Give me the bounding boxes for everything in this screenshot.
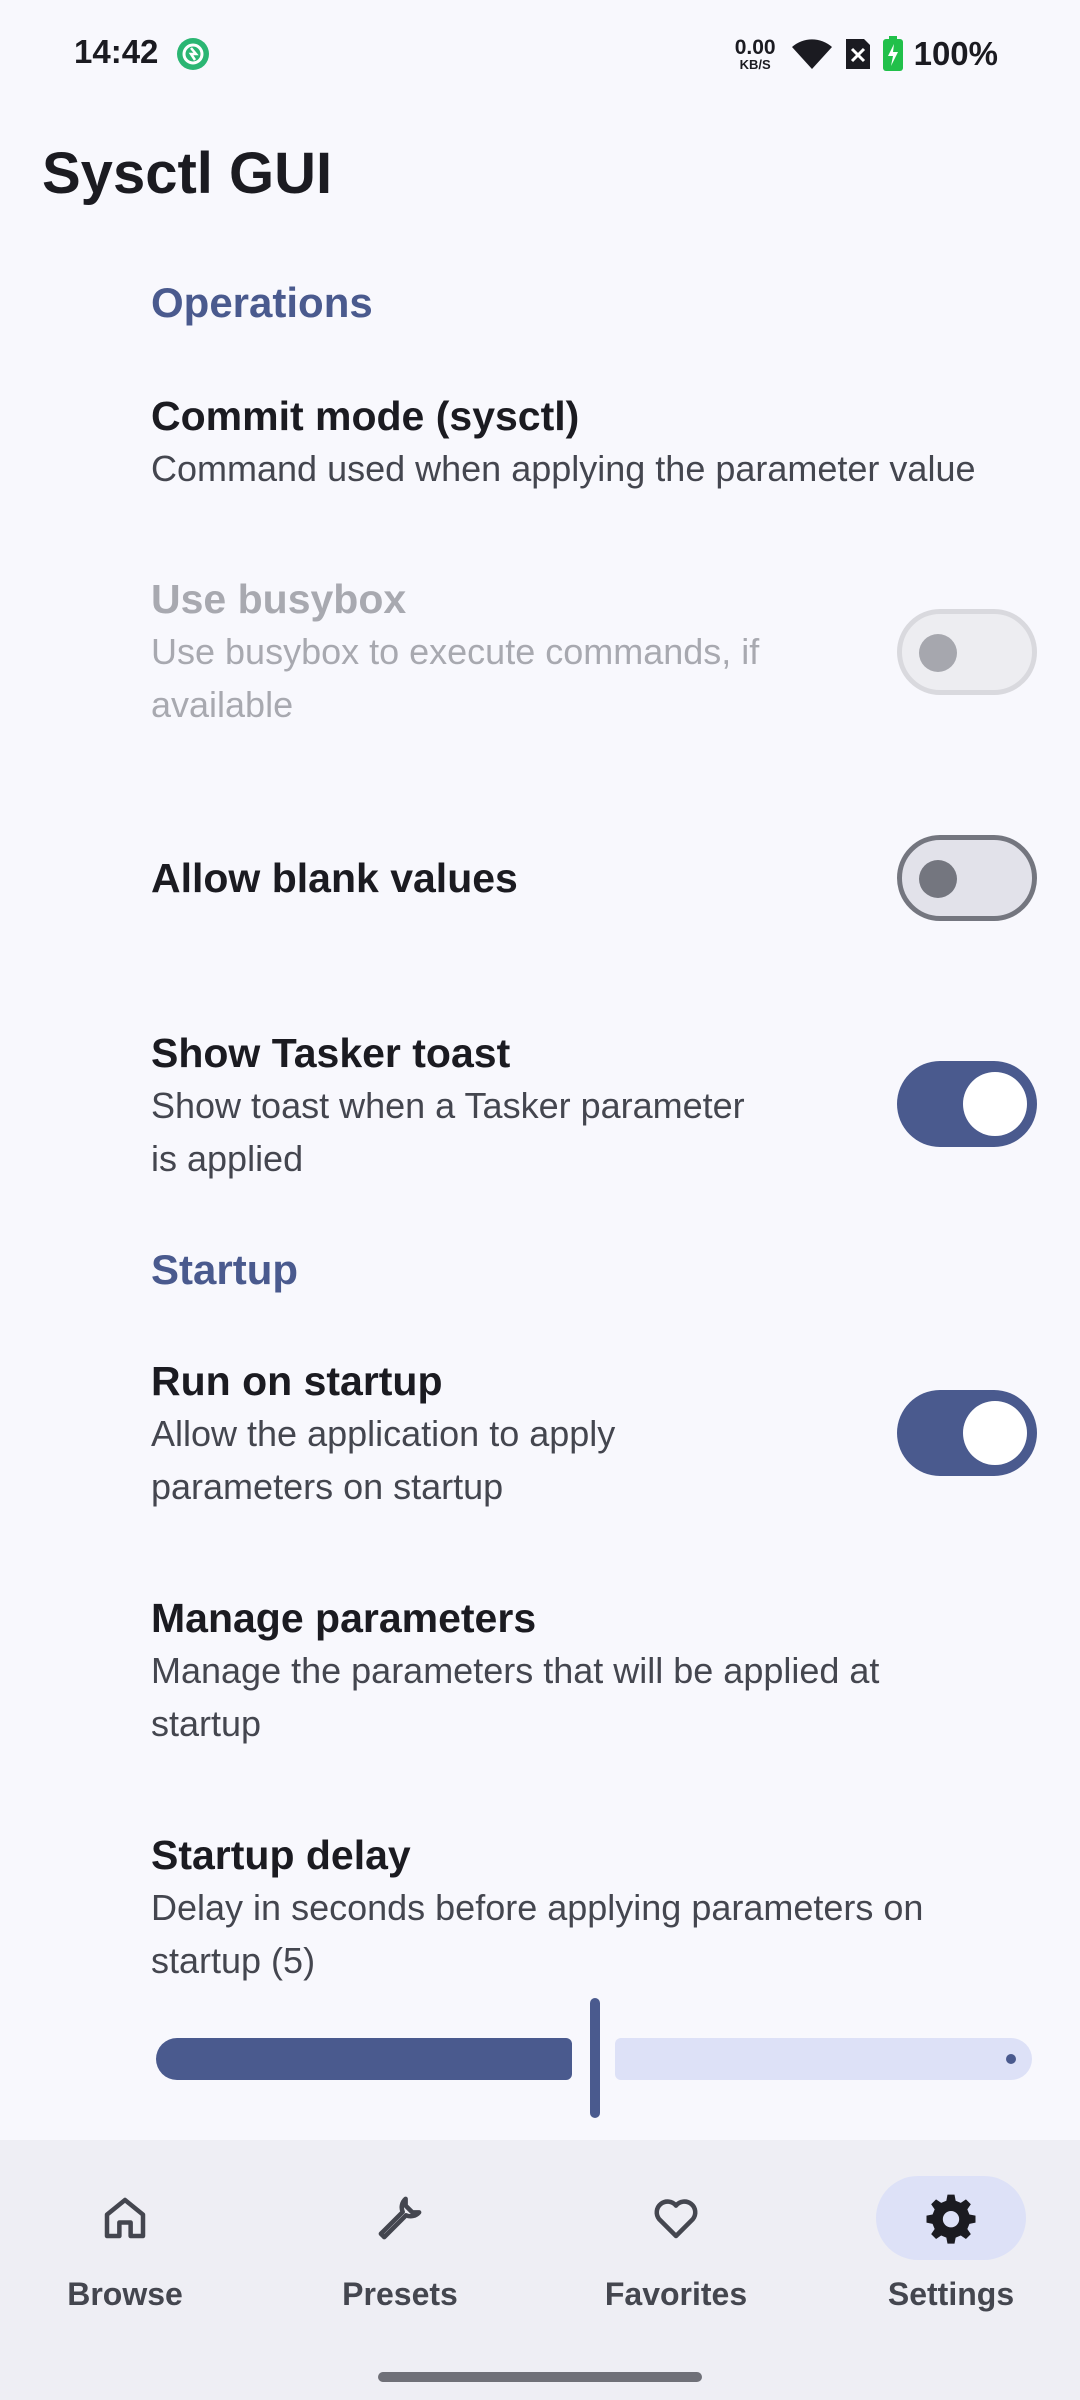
status-indicators: 0.00 KB/S 100% <box>735 34 998 74</box>
status-bar: 14:42 0.00 KB/S 100% <box>0 0 1080 108</box>
nav-pill <box>601 2176 751 2260</box>
network-speed-value: 0.00 <box>734 36 776 59</box>
nav-label: Settings <box>887 2276 1015 2312</box>
no-sim-icon <box>845 39 870 69</box>
nav-item-favorites[interactable]: Favorites <box>541 2176 811 2326</box>
show-tasker-toast-switch[interactable] <box>897 1061 1037 1147</box>
pref-title: Commit mode (sysctl) <box>151 393 580 439</box>
gear-icon <box>926 2194 976 2244</box>
use-busybox-switch <box>897 609 1037 695</box>
network-speed-unit: KB/S <box>739 57 771 72</box>
home-icon <box>104 2197 146 2239</box>
pref-manage-parameters[interactable]: Manage parameters Manage the parameters … <box>151 1592 1031 1750</box>
pref-summary: available <box>151 684 294 725</box>
wifi-icon <box>791 39 832 69</box>
nav-pill <box>325 2176 475 2260</box>
nav-label: Favorites <box>604 2276 748 2312</box>
switch-thumb <box>919 634 957 672</box>
pref-title: Startup delay <box>151 1832 411 1878</box>
pref-title: Show Tasker toast <box>151 1030 511 1076</box>
gesture-navigation-bar[interactable] <box>378 2372 702 2382</box>
switch-thumb <box>963 1072 1027 1136</box>
allow-blank-values-switch[interactable] <box>897 835 1037 921</box>
category-operations: Operations <box>151 279 373 326</box>
pref-summary: startup <box>151 1703 262 1744</box>
battery-percentage: 100% <box>913 35 998 72</box>
slider-inactive-track <box>615 2038 1032 2080</box>
pref-summary: is applied <box>151 1138 304 1179</box>
nav-item-presets[interactable]: Presets <box>265 2176 535 2326</box>
pref-summary: startup (5) <box>151 1940 316 1981</box>
battery-charging-icon <box>882 36 903 71</box>
slider-stop-indicator <box>1006 2054 1016 2064</box>
nav-item-settings[interactable]: Settings <box>816 2176 1080 2326</box>
pref-title: Manage parameters <box>151 1595 537 1641</box>
slider-active-track <box>156 2038 572 2080</box>
nav-label: Presets <box>342 2276 458 2312</box>
switch-thumb <box>919 860 957 898</box>
switch-thumb <box>963 1401 1027 1465</box>
heart-icon <box>654 2199 698 2239</box>
network-speed: 0.00 KB/S <box>735 37 776 71</box>
pref-commit-mode[interactable]: Commit mode (sysctl) Command used when a… <box>151 390 1031 495</box>
nav-label: Browse <box>67 2276 183 2312</box>
pref-title: Use busybox <box>151 576 407 622</box>
wrench-icon <box>378 2196 422 2240</box>
pref-summary: Manage the parameters that will be appli… <box>151 1650 880 1691</box>
pref-summary: parameters on startup <box>151 1466 504 1507</box>
startup-delay-slider[interactable] <box>156 1998 1032 2118</box>
slider-handle[interactable] <box>590 1998 600 2118</box>
page-title: Sysctl GUI <box>42 141 333 206</box>
pref-summary: Command used when applying the parameter… <box>151 448 976 489</box>
app-notification-icon <box>177 38 209 70</box>
category-startup: Startup <box>151 1246 298 1293</box>
status-time: 14:42 <box>74 33 159 70</box>
pref-title: Run on startup <box>151 1358 443 1404</box>
nav-item-browse[interactable]: Browse <box>0 2176 260 2326</box>
bottom-navigation: Browse Presets Favorites Settings <box>0 2140 1080 2400</box>
pref-startup-delay[interactable]: Startup delay Delay in seconds before ap… <box>151 1829 1031 1987</box>
nav-pill <box>876 2176 1026 2260</box>
nav-pill <box>50 2176 200 2260</box>
pref-summary: Delay in seconds before applying paramet… <box>151 1887 924 1928</box>
run-on-startup-switch[interactable] <box>897 1390 1037 1476</box>
